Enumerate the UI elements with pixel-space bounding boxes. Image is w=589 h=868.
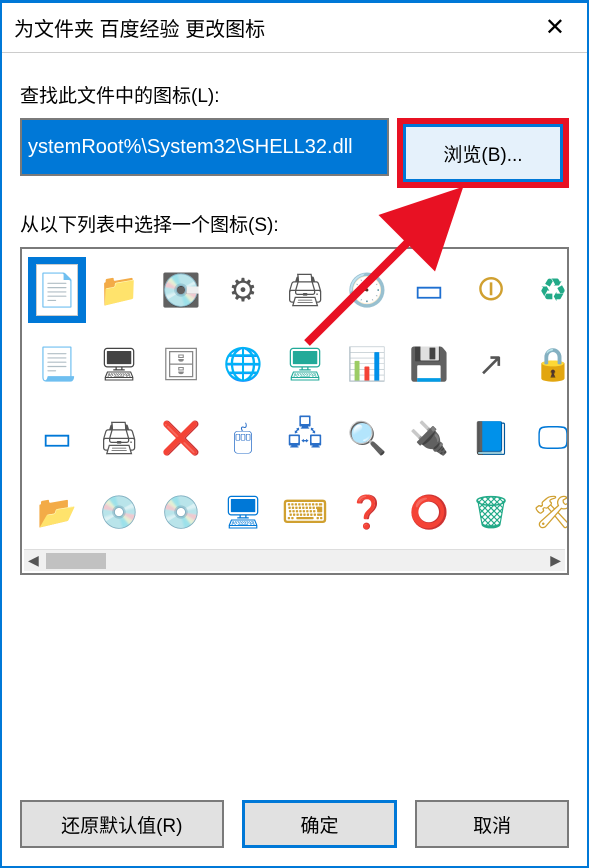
icon-grid: 📄📁💽⚙🖨🕘▭⏼♻📃🖥🗄🌐🖥📊💾↗🔒▭🖨❌🖱🖧🔍🔌📘🖵📂💿💿🖥⌨❓⭕🗑🛠 <box>28 257 561 553</box>
cd-drive-icon-glyph: 💿 <box>98 491 140 533</box>
titlebar: 为文件夹 百度经验 更改图标 ✕ <box>2 3 587 53</box>
printer-icon-glyph: 🖨 <box>284 269 326 311</box>
file-blue-icon[interactable]: 📘 <box>462 405 520 471</box>
file-blue-icon-glyph: 📘 <box>470 417 512 459</box>
monitor-icon-glyph: 🖵 <box>532 417 569 459</box>
horizontal-scrollbar[interactable]: ◀ ▶ <box>24 549 565 571</box>
screen-chart-icon[interactable]: 📊 <box>338 331 396 397</box>
search-icon-glyph: 🔍 <box>346 417 388 459</box>
power-off-icon[interactable]: ⭕ <box>400 479 458 545</box>
recent-icon-glyph: 🕘 <box>346 269 388 311</box>
document-text-icon-glyph: 📃 <box>36 343 78 385</box>
program-shortcut-icon-glyph: ↗ <box>470 343 512 385</box>
lock-icon-glyph: 🔒 <box>532 343 569 385</box>
drive-icon[interactable]: 💽 <box>152 257 210 323</box>
find-in-file-label: 查找此文件中的图标(L): <box>20 81 569 108</box>
printer-2-icon[interactable]: 🖨 <box>90 405 148 471</box>
globe-ie-icon[interactable]: 🌐 <box>214 331 272 397</box>
select-from-list-label: 从以下列表中选择一个图标(S): <box>20 210 569 237</box>
run-icon-glyph: ▭ <box>408 269 450 311</box>
recycle-icon-glyph: ♻ <box>532 269 569 311</box>
drive-delete-icon-glyph: ❌ <box>160 417 202 459</box>
screen-chart-icon-glyph: 📊 <box>346 343 388 385</box>
browse-button[interactable]: 浏览(B)... <box>403 124 563 182</box>
cancel-button-label: 取消 <box>473 811 511 838</box>
dialog-button-row: 还原默认值(R) 确定 取消 <box>20 800 569 848</box>
document-text-icon[interactable]: 📃 <box>28 331 86 397</box>
screen-globe-icon-glyph: 🖥 <box>284 343 326 385</box>
lock-icon[interactable]: 🔒 <box>524 331 569 397</box>
drive-icon-glyph: 💽 <box>160 269 202 311</box>
browse-button-label: 浏览(B)... <box>443 140 522 167</box>
chip-icon[interactable]: ⚙ <box>214 257 272 323</box>
power-off-icon-glyph: ⭕ <box>408 491 450 533</box>
folder-closed-icon[interactable]: 📂 <box>28 479 86 545</box>
screen-globe-icon[interactable]: 🖥 <box>276 331 334 397</box>
ok-button[interactable]: 确定 <box>242 800 398 848</box>
window-title: 为文件夹 百度经验 更改图标 <box>14 13 265 42</box>
cd-icon[interactable]: 💿 <box>152 479 210 545</box>
computer-icon[interactable]: 🖥 <box>90 331 148 397</box>
browse-button-highlight: 浏览(B)... <box>397 118 569 188</box>
cd-icon-glyph: 💿 <box>160 491 202 533</box>
keypad-icon-glyph: ⌨ <box>284 491 326 533</box>
help-icon-glyph: ❓ <box>346 491 388 533</box>
scroll-left-icon[interactable]: ◀ <box>28 552 39 569</box>
drive-delete-icon[interactable]: ❌ <box>152 405 210 471</box>
monitor-icon[interactable]: 🖵 <box>524 405 569 471</box>
path-row: ystemRoot%\System32\SHELL32.dll 浏览(B)... <box>20 118 569 188</box>
recycle-icon[interactable]: ♻ <box>524 257 569 323</box>
network-computers-icon-glyph: 🖧 <box>284 417 326 459</box>
cancel-button[interactable]: 取消 <box>415 800 569 848</box>
restore-button-label: 还原默认值(R) <box>61 811 182 838</box>
globe-mouse-icon-glyph: 🖱 <box>222 417 264 459</box>
floppy-icon-glyph: 💾 <box>408 343 450 385</box>
icon-file-path-input[interactable]: ystemRoot%\System32\SHELL32.dll <box>20 118 389 176</box>
help-icon[interactable]: ❓ <box>338 479 396 545</box>
recycle-bin-icon[interactable]: 🗑 <box>462 479 520 545</box>
folder-icon-glyph: 📁 <box>98 269 140 311</box>
usb-drive-icon-glyph: 🔌 <box>408 417 450 459</box>
ok-button-label: 确定 <box>300 811 338 838</box>
floppy-icon[interactable]: 💾 <box>400 331 458 397</box>
tools-icon[interactable]: 🛠 <box>524 479 569 545</box>
path-input-value: ystemRoot%\System32\SHELL32.dll <box>28 136 353 159</box>
widescreen-icon[interactable]: 🖥 <box>214 479 272 545</box>
folder-icon[interactable]: 📁 <box>90 257 148 323</box>
usb-drive-icon[interactable]: 🔌 <box>400 405 458 471</box>
blank-document-icon-glyph: 📄 <box>36 264 78 316</box>
tools-icon-glyph: 🛠 <box>532 491 569 533</box>
drive-stack-icon[interactable]: 🗄 <box>152 331 210 397</box>
globe-mouse-icon[interactable]: 🖱 <box>214 405 272 471</box>
program-shortcut-icon[interactable]: ↗ <box>462 331 520 397</box>
window-icon-glyph: ▭ <box>36 417 78 459</box>
recent-icon[interactable]: 🕘 <box>338 257 396 323</box>
computer-icon-glyph: 🖥 <box>98 343 140 385</box>
search-icon[interactable]: 🔍 <box>338 405 396 471</box>
chip-icon-glyph: ⚙ <box>222 269 264 311</box>
globe-ie-icon-glyph: 🌐 <box>222 343 264 385</box>
recycle-bin-icon-glyph: 🗑 <box>470 491 512 533</box>
restore-defaults-button[interactable]: 还原默认值(R) <box>20 800 224 848</box>
printer-icon[interactable]: 🖨 <box>276 257 334 323</box>
scroll-right-icon[interactable]: ▶ <box>550 552 561 569</box>
drive-stack-icon-glyph: 🗄 <box>160 343 202 385</box>
network-computers-icon[interactable]: 🖧 <box>276 405 334 471</box>
printer-2-icon-glyph: 🖨 <box>98 417 140 459</box>
close-icon[interactable]: ✕ <box>537 13 573 42</box>
run-icon[interactable]: ▭ <box>400 257 458 323</box>
shutdown-icon[interactable]: ⏼ <box>462 257 520 323</box>
folder-closed-icon-glyph: 📂 <box>36 491 78 533</box>
widescreen-icon-glyph: 🖥 <box>222 491 264 533</box>
cd-drive-icon[interactable]: 💿 <box>90 479 148 545</box>
blank-document-icon[interactable]: 📄 <box>28 257 86 323</box>
dialog-content: 查找此文件中的图标(L): ystemRoot%\System32\SHELL3… <box>2 53 587 575</box>
icon-list-box: 📄 📁 💽 ⚙ 🖨 🕘 ▭ ⏼ ♻ 📃 🖥 🗄 🌐 🖥 📊 💾 ↗ 🔒 ▭ 🖨 ❌ 🖱 🖧 🔍 🔌 📘 🖵 📂 💿 💿 🖥 ⌨ ❓ ⭕ 🗑 🛠 ◀ ▶ <box>20 247 569 575</box>
scrollbar-thumb[interactable] <box>46 553 106 569</box>
shutdown-icon-glyph: ⏼ <box>470 269 512 311</box>
window-icon[interactable]: ▭ <box>28 405 86 471</box>
keypad-icon[interactable]: ⌨ <box>276 479 334 545</box>
